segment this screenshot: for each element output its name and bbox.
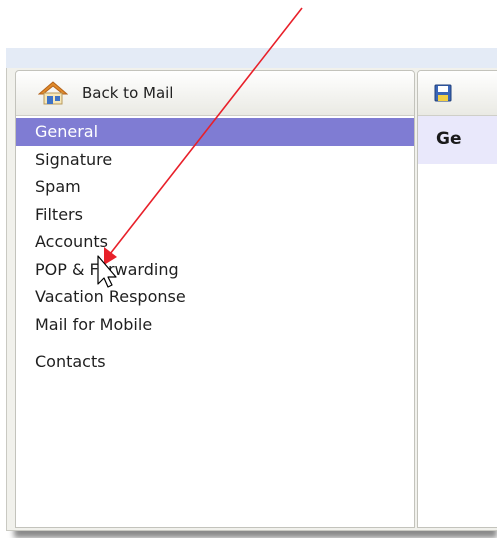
sidebar-item-spam[interactable]: Spam [16,173,414,201]
sidebar-item-vacation-response[interactable]: Vacation Response [16,283,414,311]
save-icon[interactable] [434,84,452,102]
settings-nav: General Signature Spam Filters Accounts … [16,118,414,376]
back-to-mail-button[interactable]: Back to Mail [16,71,414,116]
settings-main-panel: Ge [417,70,497,528]
top-strip [6,48,497,70]
sidebar-item-signature[interactable]: Signature [16,146,414,174]
sidebar-item-general[interactable]: General [16,118,414,146]
sidebar-item-filters[interactable]: Filters [16,201,414,229]
page-title: Ge [436,129,462,149]
home-icon [38,81,68,105]
settings-screenshot: Back to Mail General Signature Spam Filt… [0,48,497,538]
back-to-mail-label: Back to Mail [82,84,174,102]
sidebar-item-accounts[interactable]: Accounts [16,228,414,256]
sidebar-item-mail-for-mobile[interactable]: Mail for Mobile [16,311,414,339]
page-heading-bar: Ge [418,116,497,164]
settings-sidebar: Back to Mail General Signature Spam Filt… [15,70,415,528]
settings-window: Back to Mail General Signature Spam Filt… [6,68,497,531]
main-toolbar [418,71,497,116]
sidebar-item-contacts[interactable]: Contacts [16,348,414,376]
sidebar-item-pop-forwarding[interactable]: POP & Forwarding [16,256,414,284]
